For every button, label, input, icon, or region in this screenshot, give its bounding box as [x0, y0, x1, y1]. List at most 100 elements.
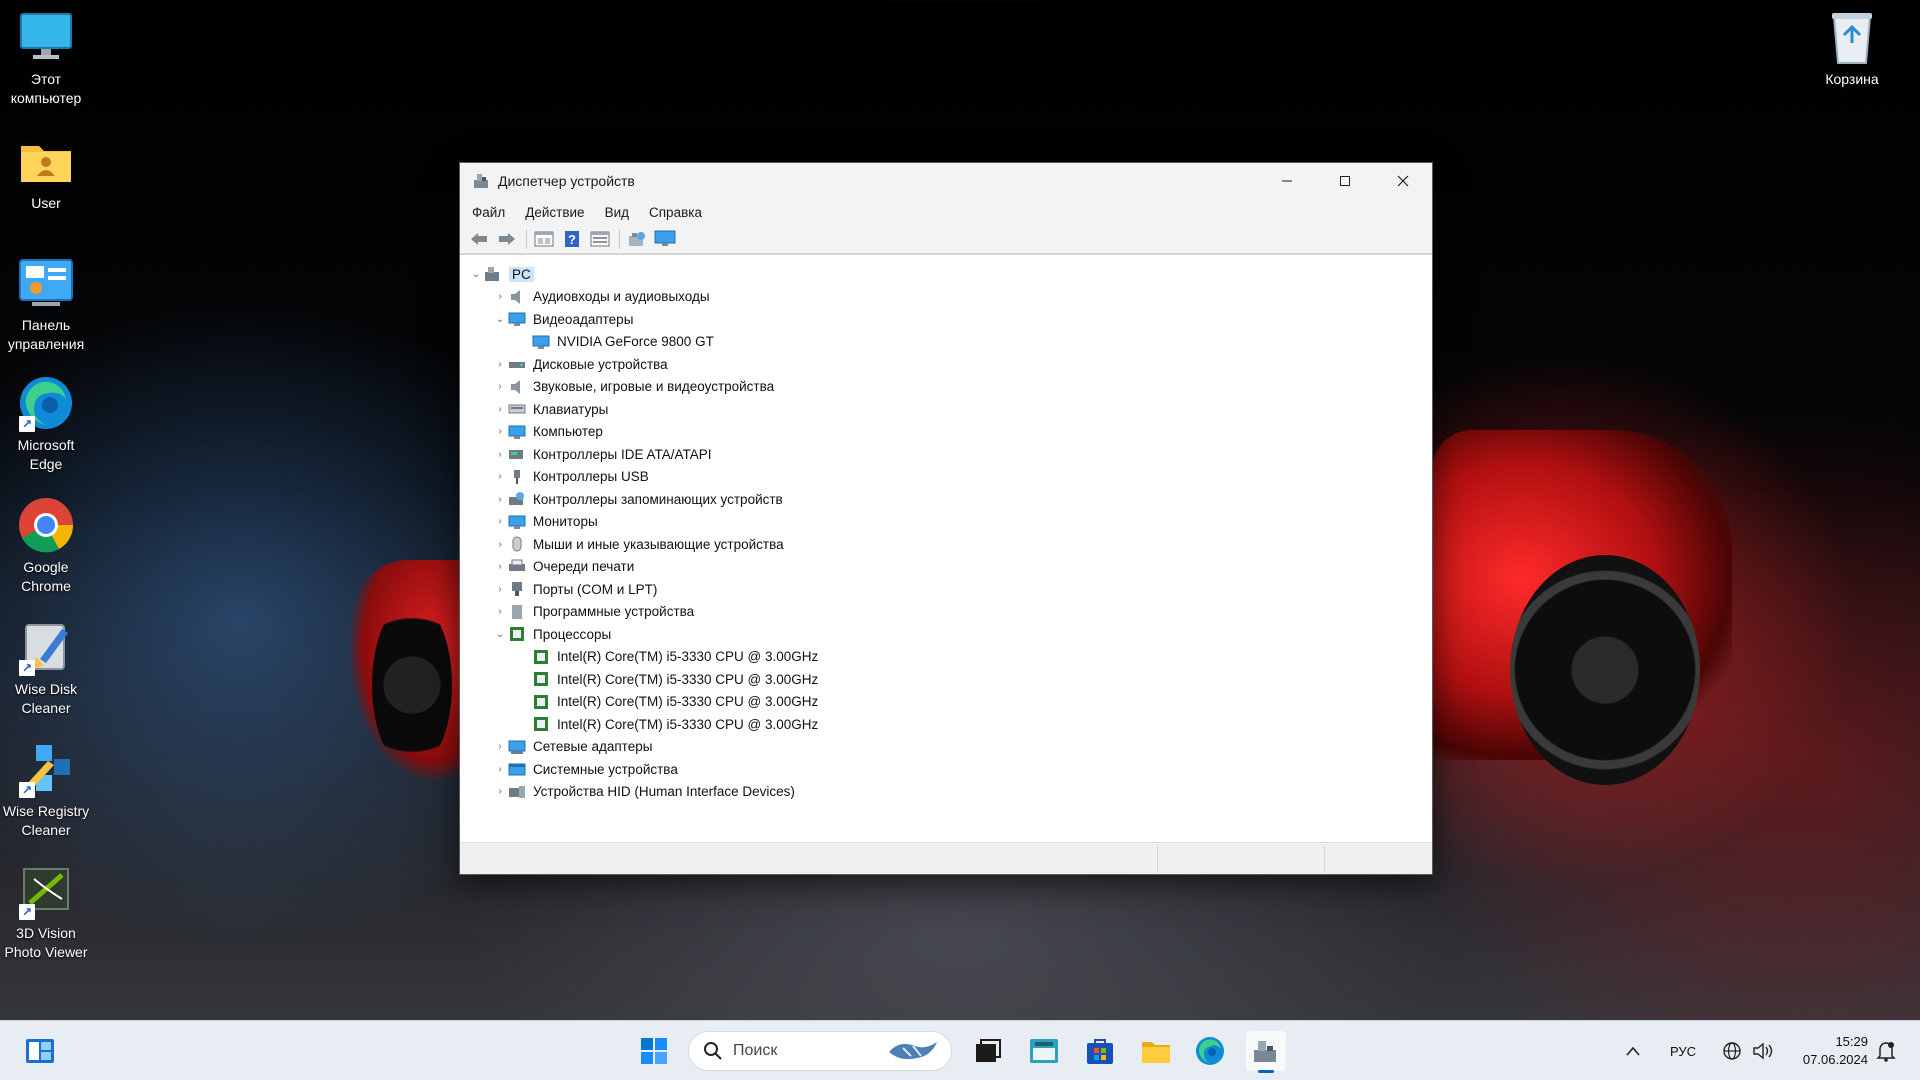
chevron-right-icon[interactable]: ›	[492, 471, 508, 482]
desktop-icon-label: Панель управления	[7, 317, 85, 352]
taskbar-app-store[interactable]	[1080, 1031, 1120, 1071]
task-view-button[interactable]	[968, 1031, 1008, 1071]
tree-category[interactable]: › Звуковые, игровые и видеоустройства	[460, 376, 1432, 399]
menu-file[interactable]: Файл	[472, 205, 505, 220]
widgets-icon	[26, 1039, 54, 1063]
chevron-right-icon[interactable]: ›	[492, 539, 508, 550]
chevron-right-icon[interactable]: ›	[492, 584, 508, 595]
tree-category[interactable]: › Системные устройства	[460, 758, 1432, 781]
edge-icon: ↗	[17, 374, 75, 432]
properties-button[interactable]	[531, 227, 557, 251]
chevron-right-icon[interactable]: ›	[492, 449, 508, 460]
taskbar-app-edge[interactable]	[1190, 1031, 1230, 1071]
menu-action[interactable]: Действие	[525, 205, 584, 220]
menu-help[interactable]: Справка	[649, 205, 702, 220]
tree-category[interactable]: › Контроллеры USB	[460, 466, 1432, 489]
desktop-icon-user[interactable]: User	[0, 132, 92, 213]
taskbar-app-keyboard[interactable]	[1024, 1031, 1064, 1071]
minimize-button[interactable]	[1258, 163, 1316, 199]
processor-icon	[534, 649, 548, 664]
tree-device[interactable]: Intel(R) Core(TM) i5-3330 CPU @ 3.00GHz	[460, 713, 1432, 736]
desktop-icon-this-pc[interactable]: Этот компьютер	[0, 8, 92, 108]
notifications-button[interactable]	[1876, 1021, 1896, 1080]
tree-category[interactable]: › Мыши и иные указывающие устройства	[460, 533, 1432, 556]
menu-view[interactable]: Вид	[605, 205, 629, 220]
desktop-icon-control-panel[interactable]: Панель управления	[0, 254, 92, 354]
tree-category[interactable]: › Аудиовходы и аудиовыходы	[460, 286, 1432, 309]
tree-device-label: Intel(R) Core(TM) i5-3330 CPU @ 3.00GHz	[557, 716, 819, 732]
tree-device[interactable]: NVIDIA GeForce 9800 GT	[460, 331, 1432, 354]
tree-category[interactable]: › Дисковые устройства	[460, 353, 1432, 376]
tree-category-label: Мониторы	[533, 514, 598, 530]
forward-arrow-icon	[499, 233, 515, 245]
tree-category[interactable]: › Контроллеры запоминающих устройств	[460, 488, 1432, 511]
tree-category[interactable]: › Компьютер	[460, 421, 1432, 444]
tree-device-label: NVIDIA GeForce 9800 GT	[557, 334, 714, 350]
widgets-button[interactable]	[20, 1031, 60, 1071]
forward-button[interactable]	[494, 227, 520, 251]
clock[interactable]: 15:29 07.06.2024	[1803, 1033, 1868, 1069]
tree-category[interactable]: › Устройства HID (Human Interface Device…	[460, 781, 1432, 804]
status-separator	[1157, 846, 1158, 872]
properties-icon	[534, 231, 554, 247]
chevron-right-icon[interactable]: ›	[492, 494, 508, 505]
title-bar[interactable]: Диспетчер устройств	[460, 163, 1432, 199]
language-label: РУС	[1670, 1043, 1697, 1059]
tree-category[interactable]: ⌄ Видеоадаптеры	[460, 308, 1432, 331]
taskbar-search[interactable]: Поиск	[688, 1031, 952, 1071]
chevron-right-icon[interactable]: ›	[492, 606, 508, 617]
tree-category[interactable]: › Сетевые адаптеры	[460, 736, 1432, 759]
chevron-right-icon[interactable]: ›	[492, 561, 508, 572]
language-indicator[interactable]: РУС	[1670, 1021, 1696, 1080]
tree-category[interactable]: › Клавиатуры	[460, 398, 1432, 421]
desktop-icon-3d-vision-photo-viewer[interactable]: ↗ 3D Vision Photo Viewer	[0, 862, 92, 962]
show-hidden-icons-button[interactable]	[1626, 1021, 1640, 1080]
taskbar-app-file-explorer[interactable]	[1136, 1031, 1176, 1071]
chevron-down-icon[interactable]: ⌄	[468, 269, 484, 280]
desktop-icon-wise-disk-cleaner[interactable]: ↗ Wise Disk Cleaner	[0, 618, 92, 718]
monitor-button[interactable]	[652, 227, 678, 251]
chevron-right-icon[interactable]: ›	[492, 404, 508, 415]
tree-category[interactable]: › Очереди печати	[460, 556, 1432, 579]
scan-hardware-button[interactable]	[624, 227, 650, 251]
tree-category[interactable]: ⌄ Процессоры	[460, 623, 1432, 646]
tree-device[interactable]: Intel(R) Core(TM) i5-3330 CPU @ 3.00GHz	[460, 668, 1432, 691]
desktop-icon-wise-registry-cleaner[interactable]: ↗ Wise Registry Cleaner	[0, 740, 92, 840]
taskbar-app-device-manager[interactable]	[1246, 1031, 1286, 1073]
tree-category[interactable]: › Мониторы	[460, 511, 1432, 534]
tree-device[interactable]: Intel(R) Core(TM) i5-3330 CPU @ 3.00GHz	[460, 646, 1432, 669]
network-button[interactable]	[1722, 1021, 1742, 1080]
chevron-right-icon[interactable]: ›	[492, 381, 508, 392]
tree-root-pc[interactable]: ⌄ PC	[460, 263, 1432, 286]
help-button[interactable]: ?	[559, 227, 585, 251]
chevron-down-icon[interactable]: ⌄	[492, 314, 508, 325]
back-button[interactable]	[466, 227, 492, 251]
view-button[interactable]	[587, 227, 613, 251]
start-button[interactable]	[634, 1031, 674, 1071]
chevron-right-icon[interactable]: ›	[492, 764, 508, 775]
device-manager-window[interactable]: Диспетчер устройств Файл Действие Вид Сп…	[459, 162, 1433, 875]
chevron-right-icon[interactable]: ›	[492, 291, 508, 302]
processor-icon	[534, 694, 548, 709]
tree-device[interactable]: Intel(R) Core(TM) i5-3330 CPU @ 3.00GHz	[460, 691, 1432, 714]
tree-category[interactable]: › Порты (COM и LPT)	[460, 578, 1432, 601]
volume-button[interactable]	[1752, 1021, 1774, 1080]
tree-category[interactable]: › Контроллеры IDE ATA/ATAPI	[460, 443, 1432, 466]
chevron-right-icon[interactable]: ›	[492, 426, 508, 437]
chevron-right-icon[interactable]: ›	[492, 741, 508, 752]
help-icon: ?	[565, 231, 579, 247]
maximize-button[interactable]	[1316, 163, 1374, 199]
chevron-right-icon[interactable]: ›	[492, 786, 508, 797]
chevron-down-icon[interactable]: ⌄	[492, 629, 508, 640]
chevron-right-icon[interactable]: ›	[492, 516, 508, 527]
chevron-right-icon[interactable]: ›	[492, 359, 508, 370]
desktop-icon-recycle-bin[interactable]: Корзина	[1806, 8, 1898, 89]
tree-device-label: Intel(R) Core(TM) i5-3330 CPU @ 3.00GHz	[557, 694, 819, 710]
port-icon	[512, 582, 522, 597]
device-manager-icon	[474, 174, 488, 188]
processor-icon	[510, 627, 524, 642]
desktop-icon-google-chrome[interactable]: Google Chrome	[0, 496, 92, 596]
desktop-icon-microsoft-edge[interactable]: ↗ Microsoft Edge	[0, 374, 92, 474]
close-button[interactable]	[1374, 163, 1432, 199]
tree-category[interactable]: › Программные устройства	[460, 601, 1432, 624]
